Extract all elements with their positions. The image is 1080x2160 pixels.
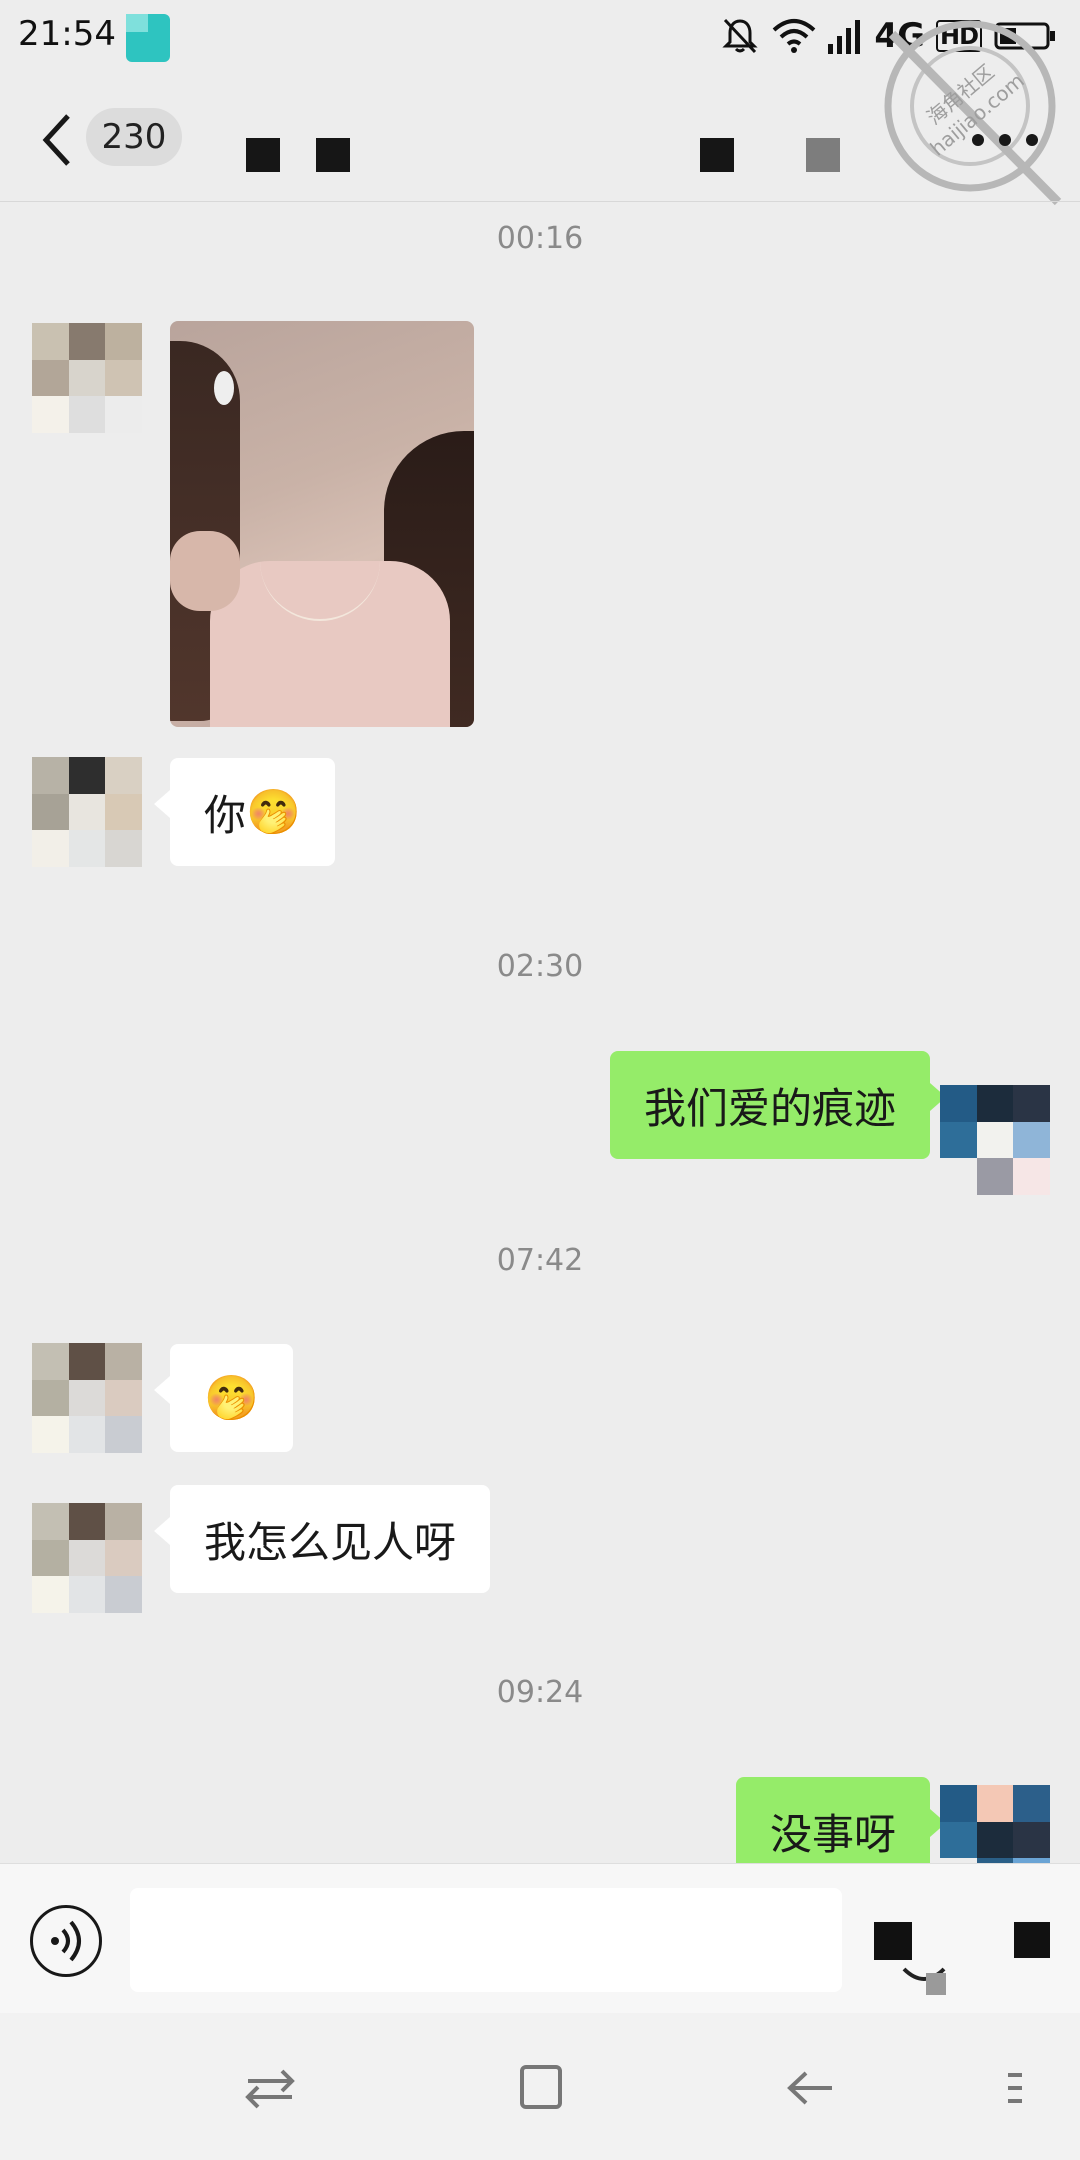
contact-name-redacted — [316, 138, 350, 172]
message-text: 我们爱的痕迹 — [643, 1083, 896, 1133]
contact-avatar[interactable] — [32, 1503, 142, 1613]
voice-button[interactable] — [30, 1905, 102, 1977]
message-list[interactable]: 00:16 你 🤭 02:30 我们爱的痕迹 07:42 🤭 我怎么见人呀 09… — [0, 203, 1080, 1863]
contact-avatar[interactable] — [32, 1343, 142, 1453]
more-icon[interactable] — [970, 132, 1040, 148]
sent-message[interactable]: 没事呀 — [735, 1777, 947, 1863]
received-message[interactable]: 你 🤭 — [154, 758, 335, 866]
back-icon[interactable] — [38, 112, 78, 168]
received-message[interactable]: 我怎么见人呀 — [153, 1485, 491, 1593]
message-text: 我怎么见人呀 — [204, 1517, 457, 1567]
chat-screen: 21:54 4G HD 海角社区 haijiao.com 230 00:16 你… — [0, 0, 1080, 2160]
plus-icon[interactable] — [1014, 1922, 1050, 1958]
hd-label: HD — [935, 20, 982, 52]
home-icon[interactable] — [510, 2063, 570, 2113]
emoji: 🤭 — [246, 787, 301, 838]
battery-icon — [994, 22, 1055, 50]
recents-icon[interactable] — [240, 2063, 300, 2113]
emoji-icon[interactable] — [874, 1922, 912, 1960]
system-navigation-bar — [0, 2013, 1080, 2160]
status-time: 21:54 — [18, 14, 116, 54]
unread-count-badge[interactable]: 230 — [86, 108, 182, 166]
contact-avatar[interactable] — [32, 757, 142, 867]
image-message[interactable] — [170, 321, 474, 727]
timestamp: 09:24 — [496, 1675, 584, 1710]
status-bar: 21:54 4G HD — [0, 0, 1080, 70]
message-input[interactable] — [130, 1888, 842, 1992]
message-text: 没事呀 — [769, 1809, 896, 1859]
input-bar — [0, 1863, 1080, 2013]
contact-name-redacted — [700, 138, 734, 172]
sent-message[interactable]: 我们爱的痕迹 — [609, 1051, 947, 1159]
status-icons: 4G HD — [720, 14, 1056, 58]
timestamp: 02:30 — [496, 949, 584, 984]
back-nav-icon[interactable] — [780, 2063, 840, 2113]
contact-name-redacted — [806, 138, 840, 172]
voice-icon — [51, 1920, 81, 1962]
my-avatar[interactable] — [940, 1785, 1050, 1863]
network-type: 4G — [874, 16, 925, 56]
signal-icon — [828, 20, 861, 54]
timestamp: 07:42 — [496, 1243, 584, 1278]
silent-bell-icon — [722, 18, 759, 54]
emoji: 🤭 — [204, 1373, 259, 1424]
menu-icon[interactable] — [1000, 2063, 1030, 2113]
my-avatar[interactable] — [940, 1085, 1050, 1195]
notification-app-icon — [126, 14, 170, 62]
contact-name-redacted — [246, 138, 280, 172]
received-message[interactable]: 🤭 — [154, 1344, 293, 1452]
message-text: 你 — [204, 790, 247, 840]
emoji-button[interactable] — [900, 1959, 948, 1997]
wifi-icon — [773, 19, 816, 53]
contact-avatar[interactable] — [32, 323, 142, 433]
chat-header: 230 — [0, 70, 1080, 202]
timestamp: 00:16 — [496, 221, 584, 256]
